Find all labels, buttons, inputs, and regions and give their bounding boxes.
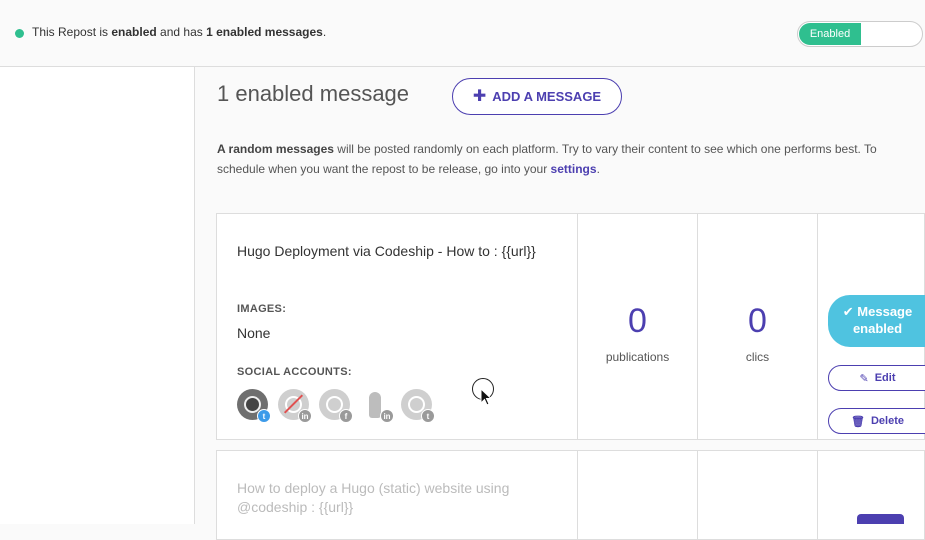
main-content: 1 enabled message ✚ ADD A MESSAGE A rand… — [196, 67, 925, 540]
facebook-avatar[interactable]: f — [319, 389, 353, 423]
repost-status-text: This Repost is enabled and has 1 enabled… — [32, 25, 326, 39]
publications-count: 0 — [628, 302, 647, 340]
message-enabled-label: Message enabled — [852, 304, 913, 336]
twitter-profile-avatar[interactable]: t — [237, 389, 271, 423]
message-text: Hugo Deployment via Codeship - How to : … — [237, 243, 536, 259]
mouse-cursor-icon — [480, 388, 492, 406]
status-state: enabled — [111, 25, 157, 39]
message-actions — [817, 451, 925, 539]
message-enabled-button[interactable]: ✔ Message enabled — [828, 295, 925, 347]
images-value: None — [237, 325, 271, 341]
add-message-button[interactable]: ✚ ADD A MESSAGE — [452, 78, 622, 115]
linkedin-thumb-avatar[interactable]: in — [360, 389, 394, 423]
settings-link[interactable]: settings — [551, 162, 597, 176]
trash-icon: 🗑 — [851, 415, 865, 428]
status-dot-icon — [15, 29, 24, 38]
publications-stat — [577, 451, 697, 539]
social-accounts-list: t in f in t — [237, 389, 435, 423]
toggle-label: Enabled — [799, 23, 861, 45]
status-count: 1 enabled messages — [206, 25, 323, 39]
facebook-badge-icon: f — [339, 409, 353, 423]
linkedin-badge-icon: in — [298, 409, 312, 423]
page-title: 1 enabled message — [217, 81, 410, 106]
message-actions: ✔ Message enabled ✎ Edit 🗑 Delete — [817, 214, 925, 439]
status-prefix: This Repost is — [32, 25, 112, 39]
message-card: How to deploy a Hugo (static) website us… — [216, 450, 925, 540]
description-bold: A random messages — [217, 142, 334, 156]
twitter-badge-icon: t — [257, 409, 271, 423]
publications-label: publications — [605, 350, 670, 364]
linkedin-badge-icon: in — [380, 409, 394, 423]
images-label: IMAGES: — [237, 303, 287, 315]
plus-icon: ✚ — [472, 87, 487, 105]
description: A random messages will be posted randoml… — [217, 140, 917, 179]
top-status-bar: This Repost is enabled and has 1 enabled… — [0, 0, 925, 67]
edit-icon: ✎ — [859, 372, 869, 385]
floating-action-tab[interactable] — [857, 514, 904, 524]
linkedin-disabled-avatar[interactable]: in — [278, 389, 312, 423]
clics-count: 0 — [748, 302, 767, 340]
repost-enabled-toggle[interactable]: Enabled — [797, 21, 923, 47]
message-card: Hugo Deployment via Codeship - How to : … — [216, 213, 925, 440]
clics-label: clics — [745, 350, 770, 364]
twitter-avatar[interactable]: t — [401, 389, 435, 423]
delete-button[interactable]: 🗑 Delete — [828, 408, 925, 434]
edit-label: Edit — [874, 372, 896, 384]
add-message-label: ADD A MESSAGE — [492, 89, 602, 104]
check-icon: ✔ — [842, 304, 854, 319]
twitter-badge-icon: t — [421, 409, 435, 423]
delete-label: Delete — [870, 415, 904, 427]
description-end: . — [596, 161, 600, 176]
publications-stat: 0 publications — [577, 214, 697, 439]
sidebar — [0, 67, 195, 524]
status-middle: and has — [156, 25, 207, 39]
social-accounts-label: SOCIAL ACCOUNTS: — [237, 366, 352, 378]
clics-stat — [697, 451, 817, 539]
status-suffix: . — [322, 25, 327, 39]
clics-stat: 0 clics — [697, 214, 817, 439]
edit-button[interactable]: ✎ Edit — [828, 365, 925, 391]
message-text: How to deploy a Hugo (static) website us… — [237, 480, 510, 515]
